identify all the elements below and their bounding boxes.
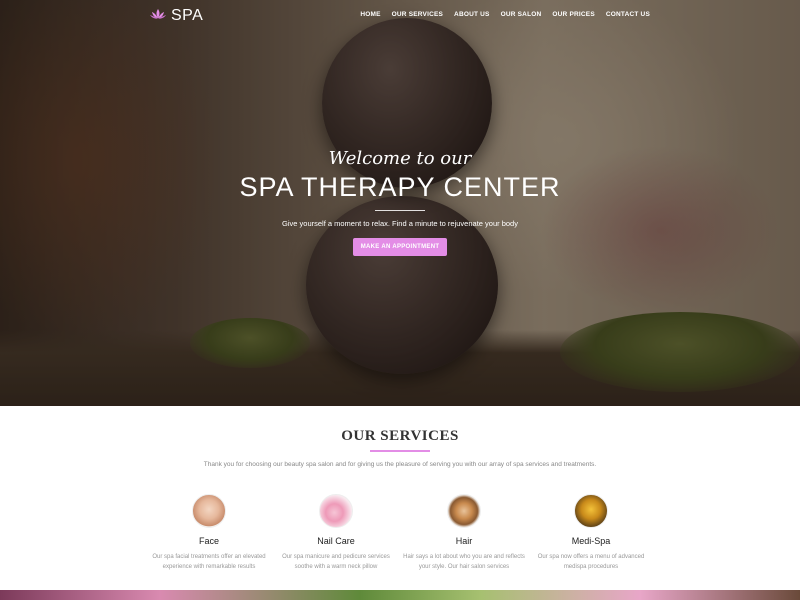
nav-our-services[interactable]: OUR SERVICES [392,11,443,18]
service-description-line: soothe with a warm neck pillow [294,564,378,570]
hero-title: SPA THERAPY CENTER [239,172,561,202]
hero-section: Welcome to our SPA THERAPY CENTER Give y… [0,0,800,406]
nav-about-us[interactable]: ABOUT US [454,11,490,18]
logo[interactable]: SPA [150,7,203,25]
service-face[interactable]: Face Our spa facial treatments offer an … [144,494,274,572]
service-name[interactable]: Medi-Spa [526,536,656,546]
lotus-icon [150,7,166,25]
nail-care-service-image[interactable] [319,494,353,528]
service-description: Our spa facial treatments offer an eleva… [144,552,274,572]
nav-contact-us[interactable]: CONTACT US [606,11,650,18]
main-menu: HOME OUR SERVICES ABOUT US OUR SALON OUR… [360,11,650,18]
service-description-line: your style. Our hair salon services [418,564,510,570]
hero-welcome: Welcome to our [328,148,472,169]
service-name[interactable]: Nail Care [271,536,401,546]
service-description-line: Our spa facial treatments offer an eleva… [152,554,266,560]
hero-subtitle: Give yourself a moment to relax. Find a … [282,219,518,228]
nav-our-salon[interactable]: OUR SALON [501,11,542,18]
nav-home[interactable]: HOME [360,11,380,18]
services-title: OUR SERVICES [341,428,459,444]
make-appointment-button[interactable]: MAKE AN APPOINTMENT [353,238,447,256]
service-hair[interactable]: Hair Hair says a lot about who you are a… [399,494,529,572]
hero-divider [375,210,425,211]
hero-overlay [0,0,800,406]
nav-our-prices[interactable]: OUR PRICES [552,11,594,18]
service-description: Our spa manicure and pedicure services s… [271,552,401,572]
services-divider [370,450,430,452]
service-description-line: Hair says a lot about who you are and re… [403,554,525,560]
services-intro: Thank you for choosing our beauty spa sa… [203,461,597,468]
service-name[interactable]: Face [144,536,274,546]
medi-spa-service-image[interactable] [574,494,608,528]
service-description: Our spa now offers a menu of advanced me… [526,552,656,572]
logo-text: SPA [171,7,204,24]
service-description: Hair says a lot about who you are and re… [399,552,529,572]
service-nail-care[interactable]: Nail Care Our spa manicure and pedicure … [271,494,401,572]
services-section: OUR SERVICES Thank you for choosing our … [0,406,800,590]
face-service-image[interactable] [192,494,226,528]
service-description-line: Our spa now offers a menu of advanced [537,554,645,560]
hair-service-image[interactable] [447,494,481,528]
next-section-image-strip [0,590,800,600]
service-description-line: Our spa manicure and pedicure services [282,554,390,560]
service-description-line: experience with remarkable results [162,564,256,570]
service-medi-spa[interactable]: Medi-Spa Our spa now offers a menu of ad… [526,494,656,572]
top-navbar: SPA HOME OUR SERVICES ABOUT US OUR SALON… [0,0,800,32]
service-description-line: medispa procedures [563,564,619,570]
service-name[interactable]: Hair [399,536,529,546]
